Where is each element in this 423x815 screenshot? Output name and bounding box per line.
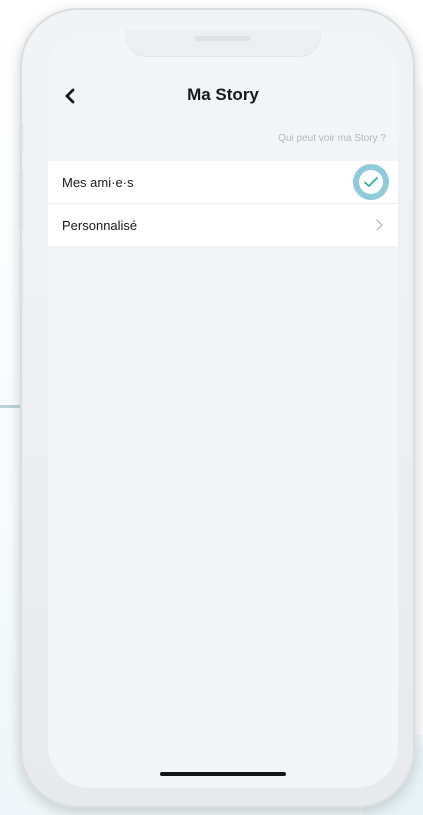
option-my-friends[interactable]: Mes ami·e·s	[48, 161, 398, 203]
phone-notch	[125, 30, 321, 57]
option-custom[interactable]: Personnalisé	[48, 203, 398, 246]
phone-silent-switch	[19, 122, 23, 152]
option-label: Mes ami·e·s	[62, 174, 134, 190]
phone-volume-up	[19, 170, 23, 230]
phone-volume-down	[19, 246, 23, 306]
phone-speaker	[195, 36, 251, 41]
option-label: Personnalisé	[62, 217, 138, 233]
page-title: Ma Story	[187, 85, 259, 104]
section-header: Qui peut voir ma Story ?	[278, 133, 386, 144]
home-indicator[interactable]	[160, 772, 286, 776]
selected-indicator	[353, 164, 389, 200]
privacy-options-list: Mes ami·e·s Personnalisé	[48, 161, 398, 246]
phone-screen: Ma Story Qui peut voir ma Story ? Mes am…	[48, 30, 398, 788]
checkmark-icon	[364, 177, 378, 187]
chevron-right-icon	[376, 219, 383, 231]
navigation-bar: Ma Story	[48, 80, 398, 112]
